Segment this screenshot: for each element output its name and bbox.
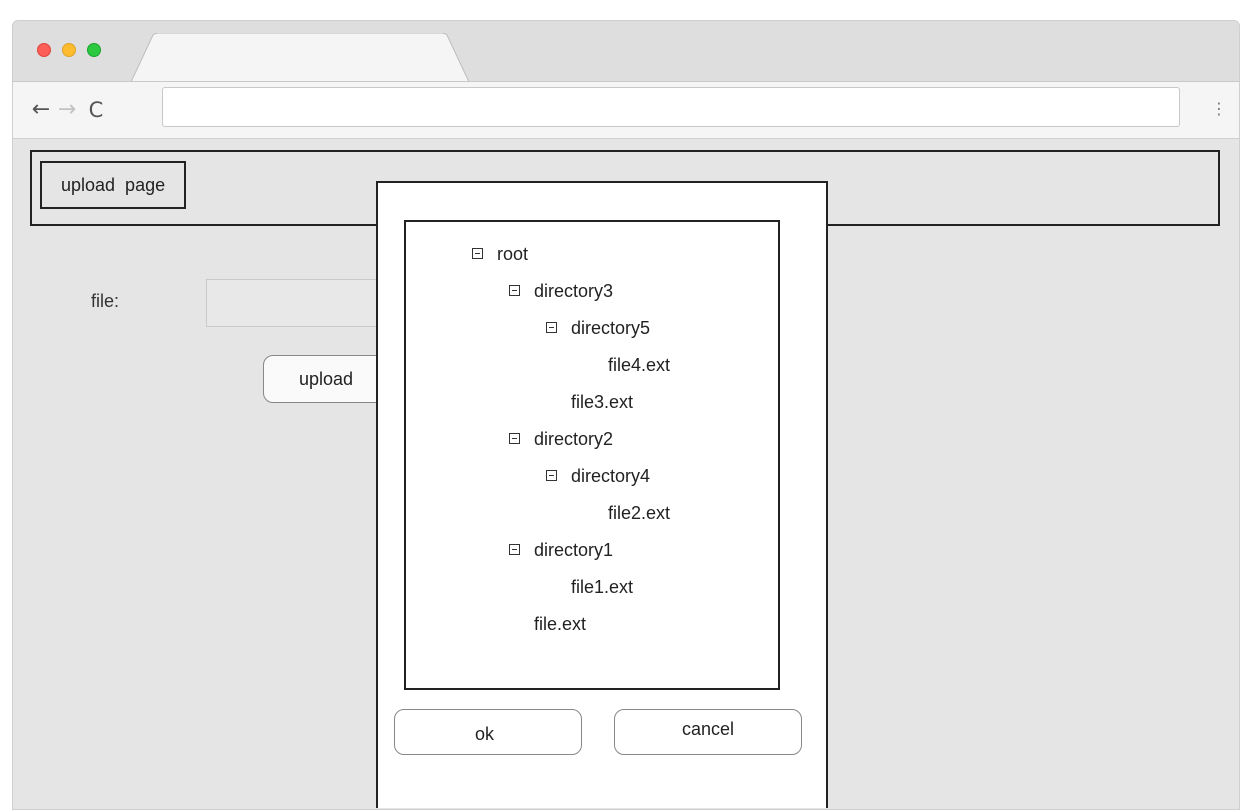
close-window-button[interactable]: [37, 43, 51, 57]
collapse-toggle-icon[interactable]: [509, 543, 520, 555]
tree-node-label: directory1: [534, 540, 614, 560]
tree-node-label: directory3: [534, 281, 614, 301]
tree-file-node[interactable]: file3.ext: [571, 388, 633, 416]
collapse-toggle-icon[interactable]: [509, 284, 520, 296]
tree-node-label: file1.ext: [571, 577, 634, 597]
tree-folder-node[interactable]: directory5: [546, 314, 650, 342]
tree-node-label: directory2: [534, 429, 614, 449]
tree-folder-node[interactable]: directory3: [509, 277, 613, 305]
ok-button[interactable]: ok: [394, 709, 582, 755]
file-label: file:: [91, 291, 120, 311]
tree-folder-node[interactable]: directory2: [509, 425, 613, 453]
collapse-toggle-icon[interactable]: [546, 321, 557, 333]
minimize-window-button[interactable]: [62, 43, 76, 57]
browser-toolbar: ← → C ⋮: [13, 81, 1239, 139]
tree-file-node[interactable]: file4.ext: [608, 351, 670, 379]
tree-node-label: file3.ext: [571, 392, 634, 412]
collapse-toggle-icon[interactable]: [472, 247, 483, 259]
tree-node-label: file.ext: [534, 614, 587, 634]
tree-folder-node[interactable]: directory1: [509, 536, 613, 564]
tab-shape: [130, 32, 470, 83]
forward-arrow-icon[interactable]: →: [53, 96, 81, 124]
address-bar[interactable]: [162, 87, 1180, 127]
cancel-button[interactable]: cancel: [614, 709, 802, 755]
browser-menu-icon[interactable]: ⋮: [1211, 94, 1227, 124]
tree-node-label: root: [497, 244, 529, 264]
file-browser-dialog: root directory3 directory5 file4.ext file3.e…: [376, 181, 828, 808]
title-bar: [13, 21, 1239, 83]
collapse-toggle-icon[interactable]: [509, 432, 520, 444]
browser-tab[interactable]: [130, 32, 471, 83]
tree-folder-node[interactable]: root: [472, 240, 528, 268]
directory-tree: root directory3 directory5 file4.ext file3.e…: [404, 220, 780, 690]
tree-node-label: directory5: [571, 318, 651, 338]
tree-node-label: directory4: [571, 466, 651, 486]
tree-folder-node[interactable]: directory4: [546, 462, 650, 490]
back-arrow-icon[interactable]: ←: [27, 96, 55, 124]
tree-file-node[interactable]: file1.ext: [571, 573, 633, 601]
reload-icon[interactable]: C: [82, 96, 110, 124]
tree-node-label: file2.ext: [608, 503, 671, 523]
maximize-window-button[interactable]: [87, 43, 101, 57]
tree-node-label: file4.ext: [608, 355, 671, 375]
page-title: upload page: [40, 161, 187, 209]
tree-file-node[interactable]: file.ext: [534, 610, 586, 638]
collapse-toggle-icon[interactable]: [546, 469, 557, 481]
tree-file-node[interactable]: file2.ext: [608, 499, 670, 527]
